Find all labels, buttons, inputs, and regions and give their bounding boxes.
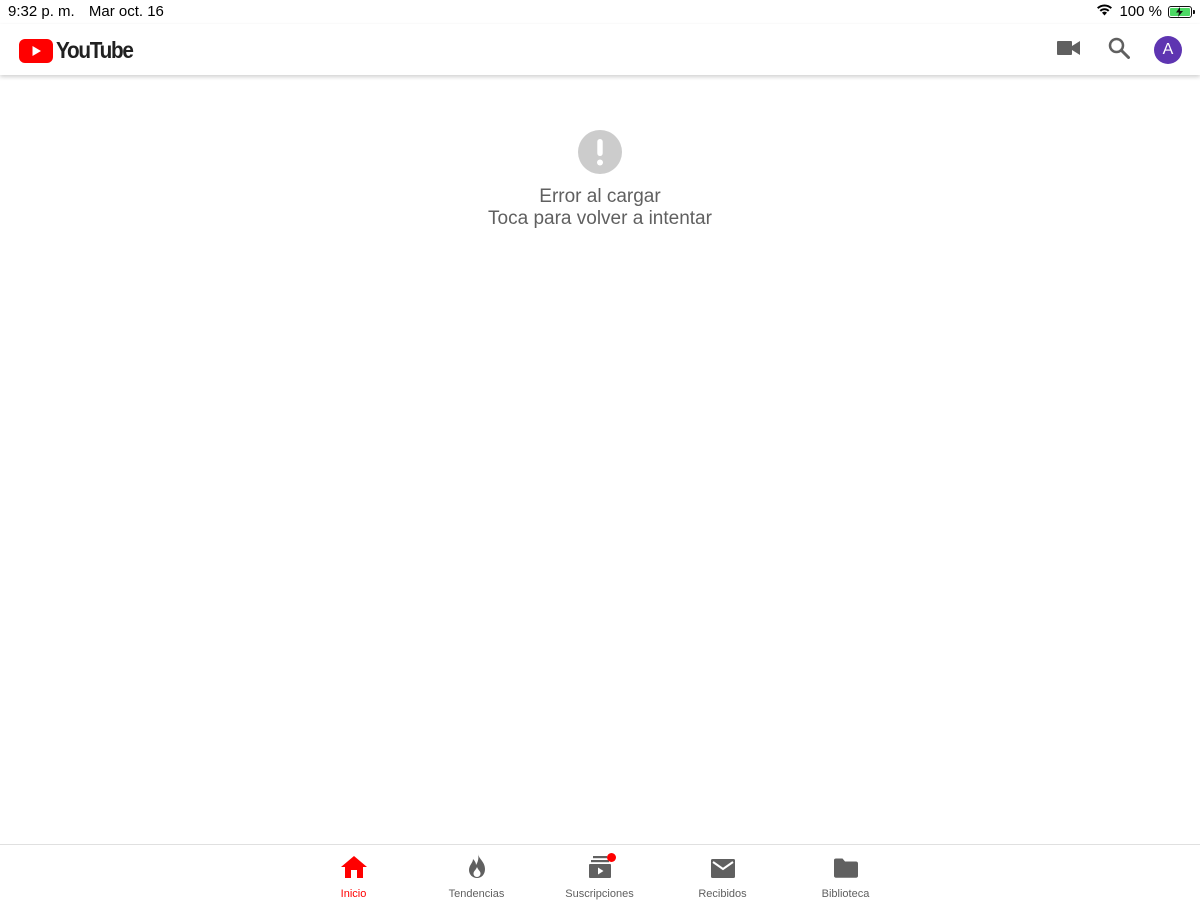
subscriptions-icon (588, 853, 616, 879)
nav-label: Biblioteca (821, 888, 870, 900)
folder-icon (833, 853, 859, 879)
nav-item-suscripciones[interactable]: Suscripciones (538, 845, 661, 901)
youtube-play-icon (19, 38, 53, 63)
search-icon (1108, 37, 1130, 64)
nav-item-tendencias[interactable]: Tendencias (415, 845, 538, 901)
bottom-navigation: Inicio Tendencias Suscripciones Recibido… (0, 844, 1200, 901)
top-app-bar: YouTube A (0, 24, 1200, 75)
nav-item-recibidos[interactable]: Recibidos (661, 845, 784, 901)
status-bar: 9:32 p. m. Mar oct. 16 100 % (0, 0, 1200, 24)
mail-icon (710, 853, 736, 879)
error-retry-text: Toca para volver a intentar (488, 208, 712, 229)
wifi-icon (1096, 3, 1113, 20)
nav-item-biblioteca[interactable]: Biblioteca (784, 845, 907, 901)
video-camera-icon (1057, 40, 1081, 61)
upload-video-button[interactable] (1054, 35, 1084, 65)
status-right: 100 % (1096, 3, 1195, 20)
search-button[interactable] (1104, 35, 1134, 65)
exclamation-icon (578, 130, 622, 174)
avatar-letter: A (1162, 41, 1174, 58)
error-retry-area[interactable]: Error al cargar Toca para volver a inten… (0, 130, 1200, 230)
status-left: 9:32 p. m. Mar oct. 16 (8, 3, 174, 20)
notification-dot (606, 853, 616, 862)
flame-icon (467, 853, 487, 879)
nav-label: Recibidos (698, 888, 747, 900)
home-icon (340, 853, 368, 879)
status-date: Mar oct. 16 (88, 3, 164, 20)
nav-label: Suscripciones (565, 888, 634, 900)
battery-percent: 100 % (1119, 3, 1162, 20)
battery-fill (1170, 6, 1190, 17)
error-title: Error al cargar (539, 186, 661, 207)
nav-item-inicio[interactable]: Inicio (292, 845, 415, 901)
nav-label: Tendencias (448, 888, 505, 900)
logo-text: YouTube (56, 37, 134, 63)
nav-label: Inicio (340, 888, 367, 900)
status-time: 9:32 p. m. (8, 3, 75, 20)
youtube-logo[interactable]: YouTube (19, 37, 141, 64)
battery-icon (1168, 5, 1195, 18)
app-bar-actions: A (1034, 35, 1182, 65)
avatar[interactable]: A (1154, 36, 1182, 64)
